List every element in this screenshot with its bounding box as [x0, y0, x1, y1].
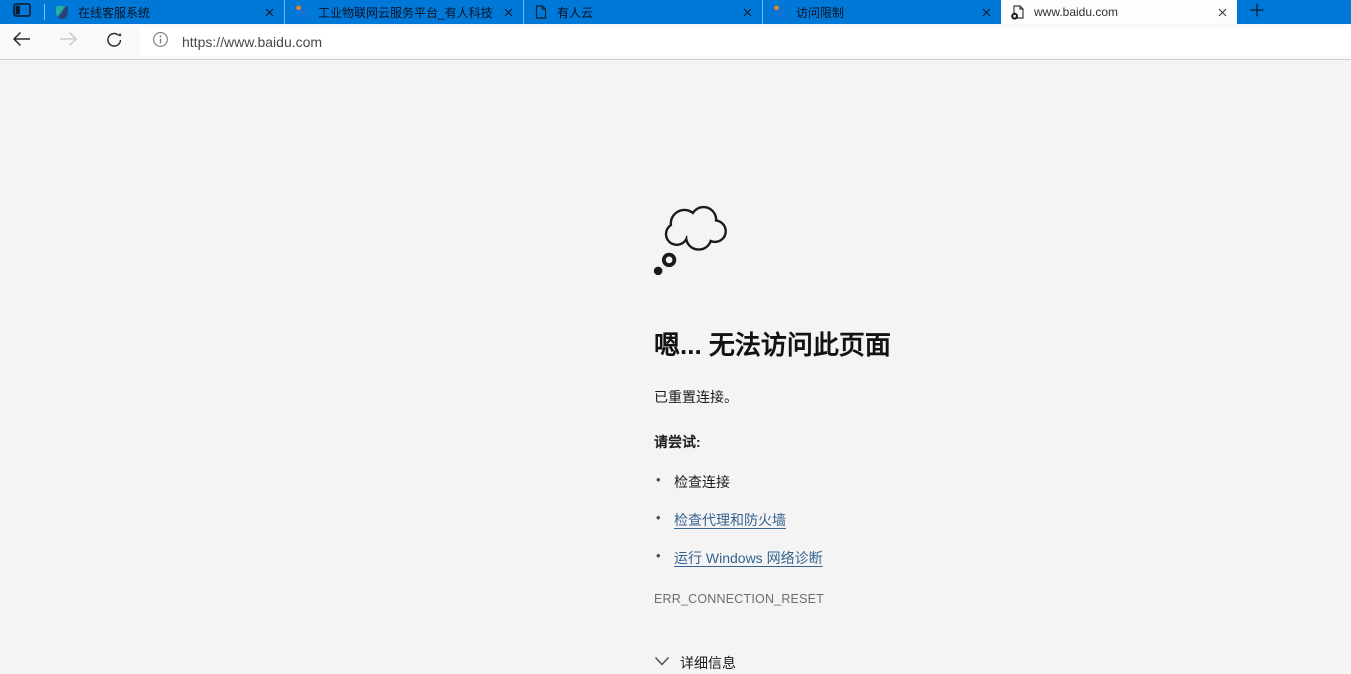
navigation-bar: https://www.baidu.com: [0, 24, 1351, 60]
suggestion-check-connection: 检查连接: [654, 472, 1254, 492]
tab-online-service[interactable]: 在线客服系统: [45, 0, 284, 24]
back-arrow-icon: [12, 30, 32, 53]
error-title: 嗯... 无法访问此页面: [654, 330, 891, 360]
tab-baidu-active[interactable]: www.baidu.com: [1001, 0, 1237, 24]
tab-title: www.baidu.com: [1034, 5, 1119, 19]
refresh-icon: [105, 30, 124, 54]
chevron-down-icon: [654, 654, 670, 672]
close-icon[interactable]: [504, 8, 513, 17]
thought-bubble-icon: [650, 194, 1254, 283]
tab-usr-cloud[interactable]: 有人云: [523, 0, 762, 24]
page-error-favicon: [1011, 4, 1025, 20]
close-icon[interactable]: [982, 8, 991, 17]
usr-logo-favicon: [295, 5, 309, 19]
refresh-button[interactable]: [96, 24, 132, 60]
tab-access-restricted[interactable]: 访问限制: [762, 0, 1001, 24]
close-icon[interactable]: [265, 8, 274, 17]
forward-arrow-icon: [58, 30, 78, 53]
details-toggle[interactable]: 详细信息: [654, 653, 736, 673]
error-message: 已重置连接。: [654, 389, 738, 405]
error-column: 嗯... 无法访问此页面 已重置连接。 请尝试: 检查连接 检查代理和防火墙 运…: [653, 60, 1254, 673]
back-button[interactable]: [4, 24, 40, 60]
usr-logo-favicon: [773, 5, 787, 19]
address-url[interactable]: https://www.baidu.com: [182, 34, 322, 50]
suggestion-check-proxy-firewall: 检查代理和防火墙: [654, 510, 1254, 530]
tab-bar: 在线客服系统 工业物联网云服务平台_有人科技 有人云 访问限制 www.baid…: [0, 0, 1351, 24]
tab-title: 工业物联网云服务平台_有人科技: [318, 5, 493, 20]
error-page: 嗯... 无法访问此页面 已重置连接。 请尝试: 检查连接 检查代理和防火墙 运…: [0, 60, 1351, 673]
suggestion-list: 检查连接 检查代理和防火墙 运行 Windows 网络诊断: [654, 472, 1254, 568]
tabbar-filler: [1277, 0, 1351, 24]
tab-preview-button[interactable]: [0, 0, 44, 24]
tab-title: 访问限制: [796, 5, 845, 20]
tab-title: 在线客服系统: [78, 5, 151, 20]
proxy-firewall-link[interactable]: 检查代理和防火墙: [674, 512, 786, 528]
suggestion-label: 检查连接: [674, 474, 730, 490]
shield-favicon: [55, 5, 69, 19]
tab-preview-icon: [13, 2, 31, 22]
network-diagnostics-link[interactable]: 运行 Windows 网络诊断: [674, 550, 823, 566]
close-icon[interactable]: [1218, 8, 1227, 17]
suggestion-header: 请尝试:: [654, 434, 701, 450]
new-tab-button[interactable]: [1237, 0, 1277, 24]
close-icon[interactable]: [743, 8, 752, 17]
page-favicon: [534, 5, 548, 19]
suggestion-run-diagnostics: 运行 Windows 网络诊断: [654, 548, 1254, 568]
details-label: 详细信息: [680, 655, 736, 671]
tab-title: 有人云: [557, 5, 594, 20]
plus-icon: [1250, 3, 1264, 22]
address-bar[interactable]: https://www.baidu.com: [140, 27, 1351, 56]
error-code: ERR_CONNECTION_RESET: [654, 592, 824, 606]
tab-iot-platform[interactable]: 工业物联网云服务平台_有人科技: [284, 0, 523, 24]
forward-button: [50, 24, 86, 60]
info-icon[interactable]: [152, 31, 169, 53]
